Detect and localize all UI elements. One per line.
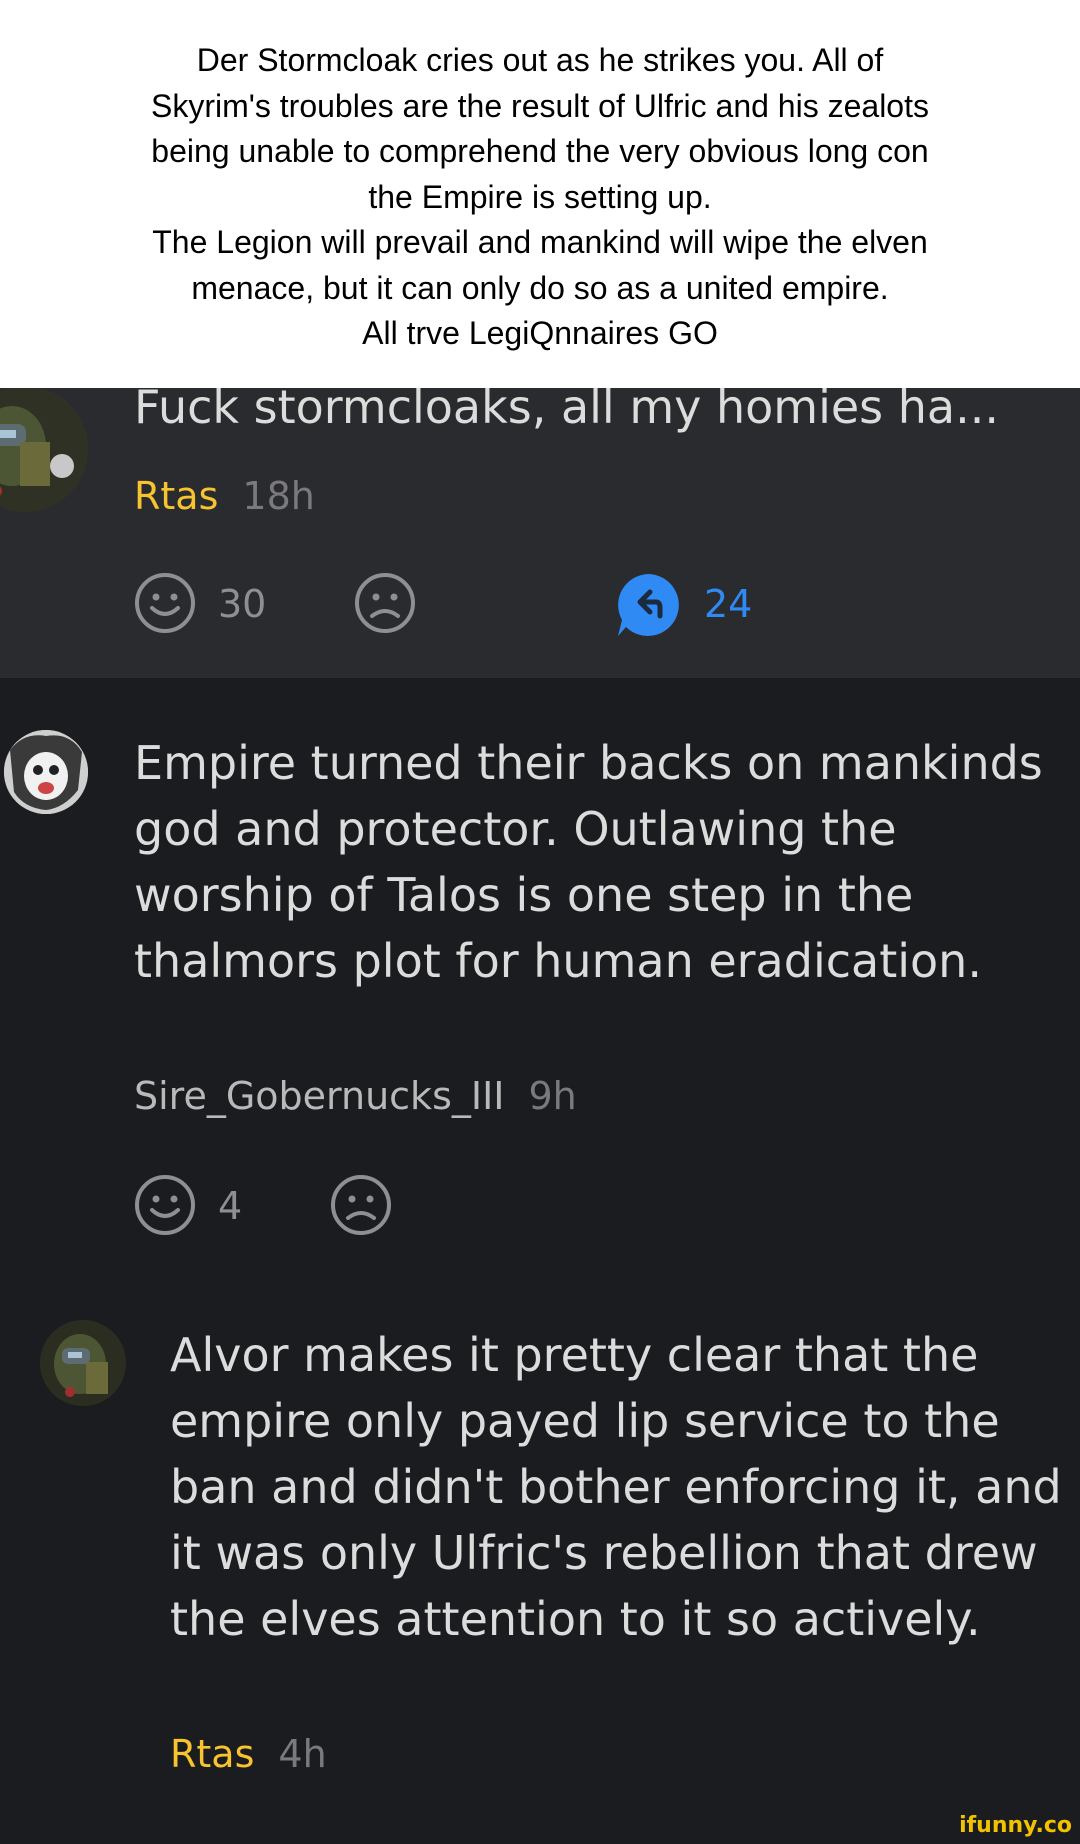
- timestamp: 18h: [242, 474, 315, 518]
- reply-icon[interactable]: [616, 572, 682, 642]
- comment-text: Alvor makes it pretty clear that the emp…: [170, 1328, 1062, 1646]
- smile-icon[interactable]: [134, 572, 196, 638]
- avatar[interactable]: [0, 388, 88, 512]
- caption-line: the Empire is setting up.: [368, 178, 712, 215]
- caption-line: Skyrim's troubles are the result of Ulfr…: [151, 87, 929, 124]
- timestamp: 9h: [528, 1074, 577, 1118]
- meme-caption: Der Stormcloak cries out as he strikes y…: [0, 0, 1080, 388]
- comment-text: Fuck stormcloaks, all my homies ha...: [134, 388, 999, 434]
- comment-meta: Rtas 18h: [134, 474, 315, 518]
- caption-line: being unable to comprehend the very obvi…: [151, 133, 929, 169]
- frown-icon[interactable]: [330, 1174, 392, 1240]
- username[interactable]: Rtas: [170, 1732, 254, 1776]
- timestamp: 4h: [278, 1732, 327, 1776]
- caption-line: Der Stormcloak cries out as he strikes y…: [196, 42, 884, 78]
- comment-card-1: Fuck stormcloaks, all my homies ha... Rt…: [0, 388, 1080, 678]
- caption-line: menace, but it can only do so as a unite…: [191, 269, 889, 306]
- comment-meta: Sire_Gobernucks_III 9h: [134, 1074, 577, 1118]
- reply-count[interactable]: 24: [704, 582, 752, 626]
- avatar[interactable]: [40, 1320, 126, 1406]
- avatar[interactable]: [4, 730, 88, 814]
- smile-icon[interactable]: [134, 1174, 196, 1240]
- username[interactable]: Sire_Gobernucks_III: [134, 1074, 504, 1118]
- username[interactable]: Rtas: [134, 474, 218, 518]
- like-count: 4: [218, 1184, 243, 1228]
- caption-line: All trve LegiQnnaires GO: [362, 315, 718, 351]
- caption-line: The Legion will prevail and mankind will…: [152, 224, 928, 260]
- comment-text: Empire turned their backs on mankinds go…: [134, 736, 1043, 988]
- frown-icon[interactable]: [354, 572, 416, 638]
- comment-meta: Rtas 4h: [170, 1732, 327, 1776]
- like-count: 30: [218, 582, 267, 626]
- watermark: ifunny.co: [959, 1813, 1072, 1838]
